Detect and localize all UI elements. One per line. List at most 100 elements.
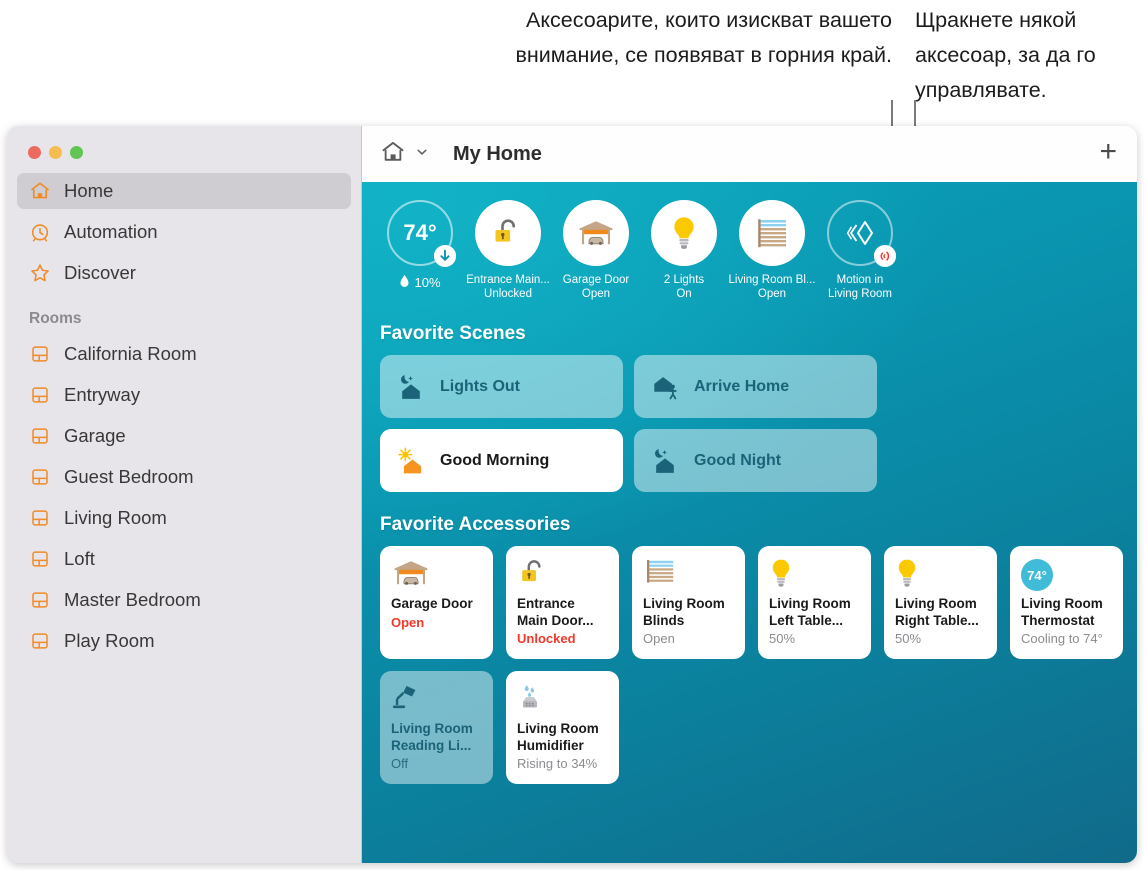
scene-tile-arrive-home[interactable]: Arrive Home — [634, 355, 877, 418]
accessory-card[interactable]: Garage Door Open — [380, 546, 493, 659]
accessory-card[interactable]: Living Room Humidifier Rising to 34% — [506, 671, 619, 784]
sidebar-item-loft[interactable]: Loft — [17, 541, 351, 577]
blinds-icon — [643, 557, 677, 594]
room-icon — [29, 507, 51, 529]
moon-house-icon — [396, 372, 426, 402]
add-accessory-button[interactable]: + — [1099, 137, 1117, 171]
accessory-state: Open — [643, 631, 675, 646]
sidebar-item-living-room[interactable]: Living Room — [17, 500, 351, 536]
blinds-icon — [739, 200, 805, 266]
room-icon — [29, 343, 51, 365]
sidebar-item-label: Entryway — [64, 384, 141, 405]
garage-door-icon — [563, 200, 629, 266]
main-pane: My Home + 74° 10% Entrance Main... Unloc… — [361, 126, 1137, 863]
house-person-icon — [650, 372, 680, 402]
sidebar: Home Automation Discover Rooms Californi… — [7, 126, 361, 863]
home-app-window: Home Automation Discover Rooms Californi… — [7, 126, 1137, 863]
sidebar-item-label: Garage — [64, 425, 126, 446]
status-item-garage[interactable]: Garage Door Open — [552, 200, 640, 301]
room-icon — [29, 548, 51, 570]
status-item-climate[interactable]: 74° 10% — [376, 200, 464, 291]
sidebar-item-label: Loft — [64, 548, 95, 569]
humidity-readout: 10% — [399, 274, 441, 291]
accessory-card[interactable]: Living Room Reading Li... Off — [380, 671, 493, 784]
sidebar-item-garage[interactable]: Garage — [17, 418, 351, 454]
signal-icon — [874, 245, 896, 267]
sidebar-item-label: Automation — [64, 221, 158, 242]
content-area: 74° 10% Entrance Main... Unlocked Garage… — [362, 182, 1137, 863]
status-sub: On — [676, 288, 692, 300]
accessory-card[interactable]: Entrance Main Door... Unlocked — [506, 546, 619, 659]
sidebar-item-home[interactable]: Home — [17, 173, 351, 209]
scene-tile-good-morning[interactable]: Good Morning — [380, 429, 623, 492]
sun-house-icon — [396, 446, 426, 476]
unlocked-padlock-icon — [517, 556, 551, 595]
scene-label: Good Morning — [440, 451, 550, 469]
accessories-grid: Garage Door Open Entrance Main Door... U… — [380, 546, 1137, 784]
room-icon — [29, 425, 51, 447]
sidebar-item-guest-bedroom[interactable]: Guest Bedroom — [17, 459, 351, 495]
scene-tile-lights-out[interactable]: Lights Out — [380, 355, 623, 418]
status-item-motion[interactable]: Motion in Living Room — [816, 200, 904, 301]
sidebar-item-label: Home — [64, 180, 114, 201]
screenshot-root: Аксесоарите, които изискват вашето внима… — [0, 0, 1144, 870]
status-sub: Open — [757, 288, 787, 300]
sidebar-item-california-room[interactable]: California Room — [17, 336, 351, 372]
scene-tile-good-night[interactable]: Good Night — [634, 429, 877, 492]
room-icon — [29, 589, 51, 611]
accessory-state: Rising to 34% — [517, 756, 598, 771]
accessory-name: Entrance Main Door... — [517, 596, 594, 628]
humidifier-icon — [517, 682, 543, 719]
scene-label: Arrive Home — [694, 377, 790, 395]
chevron-down-icon — [415, 145, 429, 164]
sidebar-item-automation[interactable]: Automation — [17, 214, 351, 250]
home-selector-button[interactable] — [380, 139, 429, 170]
accessory-name: Living Room Right Table... — [895, 596, 979, 628]
zoom-button[interactable] — [70, 146, 83, 159]
thermostat-icon: 74° — [1021, 559, 1053, 591]
accessory-name: Garage Door — [391, 596, 473, 611]
droplet-icon — [399, 274, 410, 291]
sidebar-section-rooms: Rooms — [29, 310, 82, 327]
window-controls[interactable] — [17, 134, 351, 173]
sidebar-item-label: Discover — [64, 262, 136, 283]
status-sub: Unlocked — [484, 288, 532, 300]
clock-icon — [29, 221, 51, 243]
status-sub: Living Room — [828, 288, 892, 300]
sidebar-item-label: Play Room — [64, 630, 155, 651]
section-title-accessories: Favorite Accessories — [380, 514, 571, 535]
accessory-name: Living Room Thermostat — [1021, 596, 1103, 628]
accessory-card[interactable]: Living Room Left Table... 50% — [758, 546, 871, 659]
garage-door-icon — [391, 557, 431, 594]
accessory-card[interactable]: Living Room Right Table... 50% — [884, 546, 997, 659]
scene-label: Good Night — [694, 451, 782, 469]
unlocked-padlock-icon — [475, 200, 541, 266]
status-label: 2 Lights — [663, 274, 705, 286]
accessory-card[interactable]: Living Room Blinds Open — [632, 546, 745, 659]
sidebar-item-master-bedroom[interactable]: Master Bedroom — [17, 582, 351, 618]
minimize-button[interactable] — [49, 146, 62, 159]
status-item-lights[interactable]: 2 Lights On — [640, 200, 728, 301]
home-icon — [380, 139, 406, 170]
sidebar-item-play-room[interactable]: Play Room — [17, 623, 351, 659]
sidebar-item-entryway[interactable]: Entryway — [17, 377, 351, 413]
close-button[interactable] — [28, 146, 41, 159]
status-item-blinds[interactable]: Living Room Bl... Open — [728, 200, 816, 301]
accessory-card[interactable]: 74° Living Room Thermostat Cooling to 74… — [1010, 546, 1123, 659]
arrow-down-icon — [434, 245, 456, 267]
accessory-name: Living Room Blinds — [643, 596, 725, 628]
sidebar-item-discover[interactable]: Discover — [17, 255, 351, 291]
callout-text-right: Щракнете някой аксесоар, за да го управл… — [915, 8, 1096, 102]
accessory-state: Open — [391, 614, 425, 630]
section-title-scenes: Favorite Scenes — [380, 323, 526, 344]
accessory-name: Living Room Left Table... — [769, 596, 851, 628]
status-label: Motion in — [836, 274, 884, 286]
status-item-lock[interactable]: Entrance Main... Unlocked — [464, 200, 552, 301]
status-strip: 74° 10% Entrance Main... Unlocked Garage… — [362, 182, 1137, 301]
scenes-grid: Lights Out Arrive Home Good Morning Good… — [380, 355, 1137, 492]
home-icon — [29, 180, 51, 202]
accessory-name: Living Room Reading Li... — [391, 721, 473, 753]
accessory-state: 50% — [895, 631, 922, 646]
humidity-value: 10% — [414, 275, 441, 290]
accessory-state: 50% — [769, 631, 796, 646]
